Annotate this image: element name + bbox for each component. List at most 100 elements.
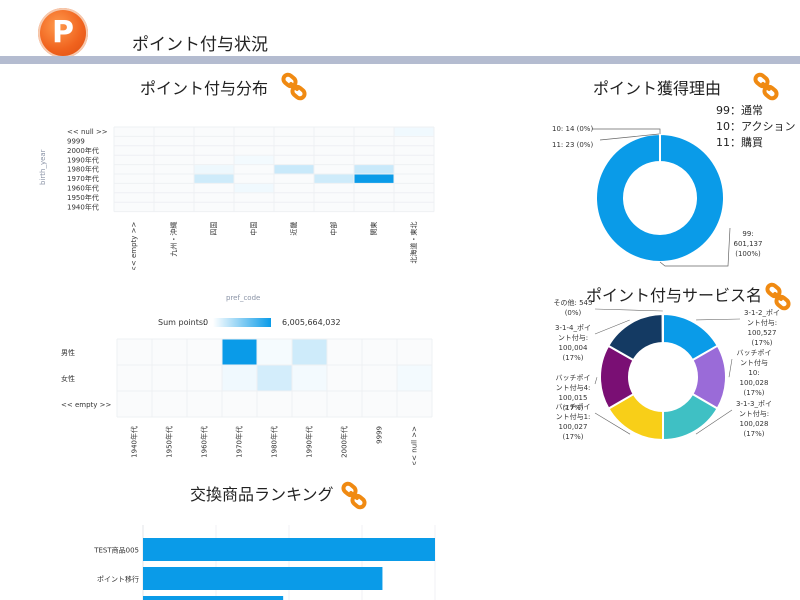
bar-category-label: TEST商品005 (93, 546, 139, 555)
heatmap-cell (274, 165, 314, 174)
heatmap-cell (234, 183, 274, 193)
heatmap-cell (314, 174, 354, 183)
heatmap-cell (222, 365, 257, 391)
heatmap-cell (194, 165, 234, 174)
donut-label: (17%) (743, 430, 764, 438)
donut-label: 11: 23 (0%) (552, 141, 593, 149)
heatmap-y-tick: 1970年代 (67, 174, 99, 183)
header-divider (0, 56, 800, 64)
donut-label: ント付与1: (556, 412, 591, 421)
heatmap-x-tick: << null >> (411, 426, 419, 465)
donut-label: (0%) (565, 309, 582, 317)
donut-label: (100%) (735, 250, 761, 258)
service-donut-chart: 3-1-2_ポイント付与:100,527(17%)バッチポイント付与10:100… (554, 298, 780, 442)
heatmap-y-tick: 1980年代 (67, 165, 99, 174)
donut-label: (17%) (562, 433, 583, 441)
donut-label: 3-1-2_ポイ (744, 309, 780, 317)
donut-label: 601,137 (734, 240, 763, 248)
donut-label: ント付与 (740, 358, 768, 367)
donut-label: その他: 545 (554, 298, 593, 307)
donut-label: (17%) (562, 354, 583, 362)
donut-label: (17%) (743, 389, 764, 397)
heatmap-cell (234, 155, 274, 165)
heatmap-gender-legend-max: 6,005,664,032 (282, 318, 341, 327)
heatmap-x-tick: << empty >> (130, 221, 138, 270)
link-icon[interactable] (280, 72, 310, 102)
link-icon[interactable] (340, 481, 370, 511)
donut-label: 3-1-4_ポイ (555, 324, 591, 332)
heatmap-cell (394, 127, 434, 136)
logo-letter: P (52, 15, 74, 50)
donut-leader-line (594, 308, 663, 312)
heatmap-x-tick: 関東 (369, 222, 378, 236)
heatmap-gender-legend-gradient (213, 318, 271, 327)
donut-leader-line (728, 358, 733, 378)
heatmap-gender-legend-min: 0 (203, 318, 209, 327)
heatmap-cell (222, 339, 257, 365)
heatmap-cell (397, 365, 432, 391)
donut-label: 100,027 (559, 423, 588, 431)
bar (143, 596, 284, 600)
heatmap-y-tick: << empty >> (61, 401, 112, 409)
donut-label: ント付与: (747, 318, 777, 327)
donut-label: ント付与: (558, 333, 588, 342)
heatmap-y-tick: 1950年代 (67, 193, 99, 202)
heatmap-pref-xlabel: pref_code (226, 294, 261, 302)
heatmap-x-tick: 1970年代 (235, 426, 244, 458)
donut-label: ント付与4: (556, 383, 591, 392)
donut-label: 10: 14 (0%) (552, 125, 593, 133)
donut-leader-line (696, 318, 741, 321)
heatmap-x-tick: 中部 (329, 222, 338, 236)
heatmap-x-tick: 2000年代 (340, 426, 349, 458)
heatmap-x-tick: 北海道・東北 (409, 222, 418, 264)
heatmap-cell (354, 174, 394, 183)
ranking-panel-title: 交換商品ランキング (190, 485, 334, 504)
heatmap-y-tick: << null >> (67, 128, 108, 136)
donut-label: 99: (742, 230, 753, 238)
app-logo: P (38, 8, 88, 58)
heatmap-cell (257, 365, 292, 391)
donut-label: 100,004 (559, 344, 588, 352)
donut-leader-line (594, 377, 598, 385)
donut-label: (17%) (751, 339, 772, 347)
heatmap-x-tick: 1940年代 (130, 426, 139, 458)
donut-label: 100,015 (559, 394, 588, 402)
donut-label: 100,028 (740, 379, 769, 387)
heatmap-y-tick: 1960年代 (67, 183, 99, 192)
reason-donut-chart: 10: 14 (0%) 11: 23 (0%) 99: 601,137 (100%) (552, 125, 763, 267)
heatmap-x-tick: 1950年代 (165, 426, 174, 458)
heatmap-gender-legend-label: Sum points: (158, 318, 206, 327)
donut-label: 100,028 (740, 420, 769, 428)
donut-label: (17%) (562, 404, 583, 412)
heatmap-y-tick: 9999 (67, 137, 85, 145)
donut-label: バッチポイ (556, 374, 591, 382)
heatmap-x-tick: 1980年代 (270, 426, 279, 458)
heatmap-gender-chart: 男性女性 << empty >> 1940年代 1950年代 1960年代 1970年代 1… (61, 338, 433, 465)
donut-slice (595, 132, 725, 263)
link-icon[interactable] (752, 72, 782, 102)
donut-label: バッチポイ (737, 349, 772, 357)
heatmap-x-tick: 近畿 (289, 222, 298, 236)
heatmap-y-tick: 2000年代 (67, 146, 99, 155)
ranking-bar-chart: TEST商品005ポイント移行TEST商品004 (93, 525, 436, 600)
heatmap-x-tick: 9999 (376, 426, 384, 444)
distribution-panel-title: ポイント付与分布 (140, 79, 269, 98)
bar-category-label: ポイント移行 (97, 575, 139, 584)
heatmap-x-tick: 1960年代 (200, 426, 209, 458)
heatmap-y-tick: 女性 (61, 374, 75, 383)
bar (143, 567, 383, 590)
heatmap-cell (292, 365, 327, 391)
heatmap-pref-chart: << null >>99992000年代1990年代1980年代1970年代19… (67, 126, 435, 270)
heatmap-cell (354, 165, 394, 174)
heatmap-cell (194, 174, 234, 183)
donut-label: ント付与: (739, 409, 769, 418)
donut-label: 100,527 (748, 329, 777, 337)
heatmap-y-tick: 男性 (61, 348, 75, 357)
heatmap-y-tick: 1940年代 (67, 202, 99, 211)
heatmap-cell (257, 339, 292, 365)
bar (143, 538, 435, 561)
heatmap-cell (292, 339, 327, 365)
donut-leader-line (592, 128, 661, 134)
donut-label: 10: (748, 369, 759, 377)
page-title: ポイント付与状況 (132, 35, 268, 55)
